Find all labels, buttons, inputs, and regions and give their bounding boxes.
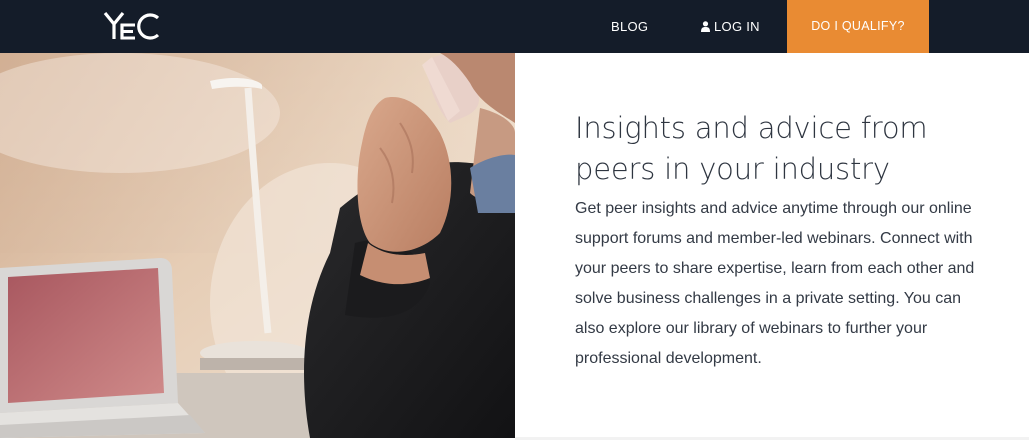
do-i-qualify-button[interactable]: DO I QUALIFY? <box>787 0 929 53</box>
hero-headline: Insights and advice from peers in your i… <box>575 111 928 186</box>
hero-photo <box>0 53 515 438</box>
hero-body-text: Get peer insights and advice anytime thr… <box>575 200 975 367</box>
yec-logo[interactable] <box>103 10 161 42</box>
top-navbar: BLOG LOG IN DO I QUALIFY? <box>0 0 1029 53</box>
nav-login-label: LOG IN <box>714 19 760 34</box>
user-icon <box>701 21 710 32</box>
hero-photo-illustration <box>0 53 515 438</box>
nav-login-link[interactable]: LOG IN <box>701 0 760 53</box>
yec-logo-mark <box>103 11 160 40</box>
nav-blog-link[interactable]: BLOG <box>611 0 648 53</box>
hero-content: Insights and advice from peers in your i… <box>575 108 995 374</box>
